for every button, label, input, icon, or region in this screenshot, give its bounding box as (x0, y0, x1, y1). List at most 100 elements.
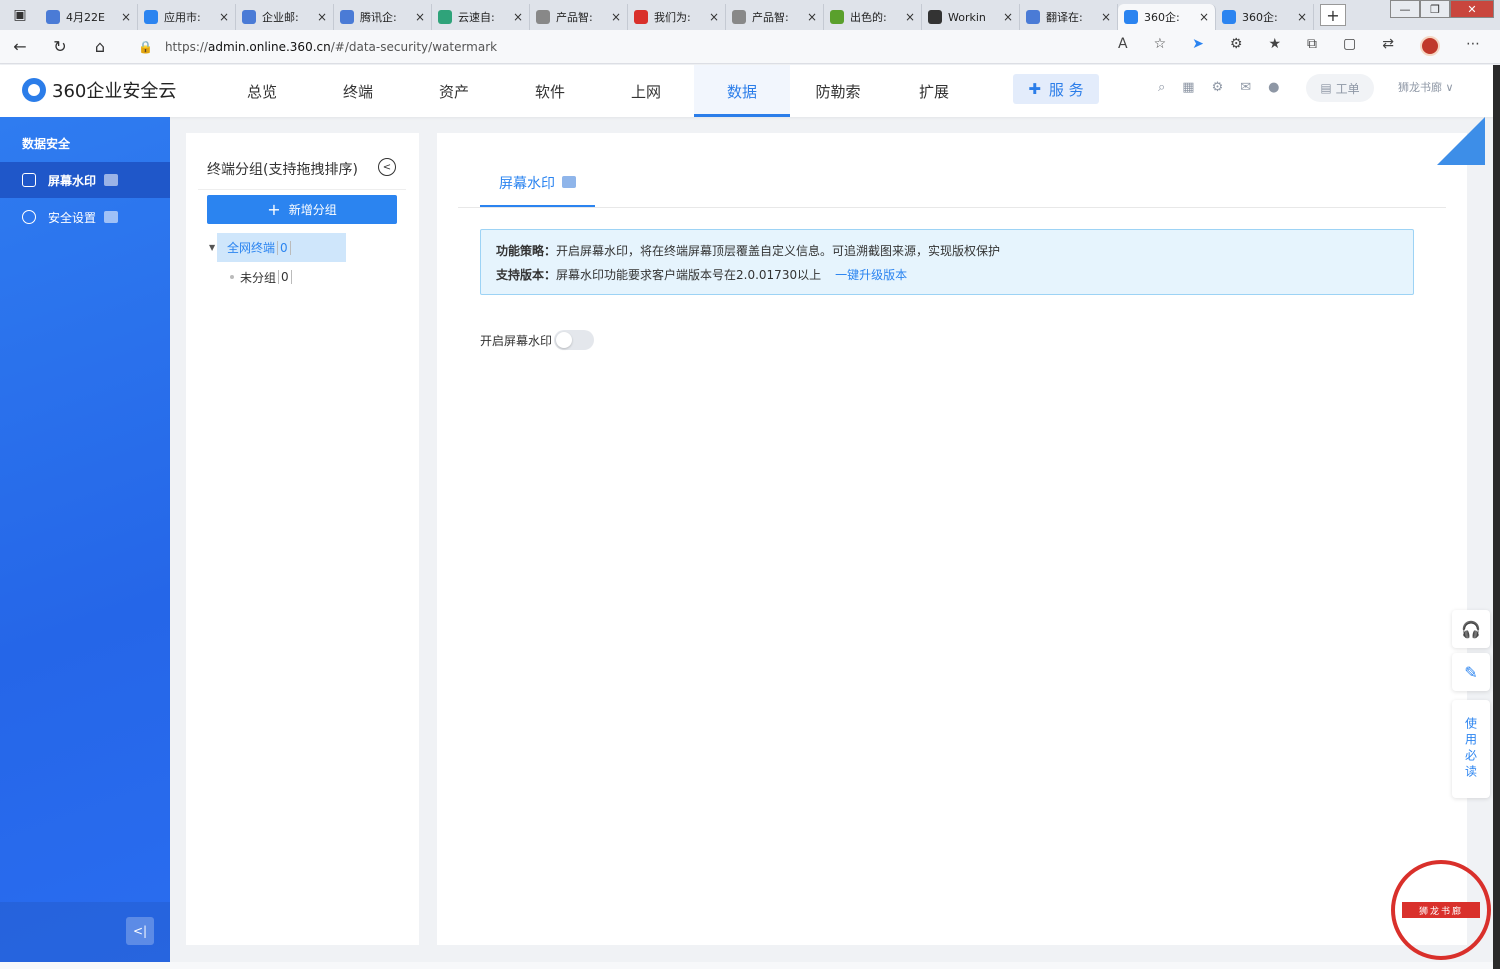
nav-item[interactable]: 终端 (310, 65, 406, 117)
url-field[interactable]: 🔒 https://admin.online.360.cn/#/data-sec… (128, 33, 1128, 61)
collapse-panel-icon[interactable]: < (378, 158, 396, 176)
search-icon[interactable]: ⌕ (1158, 80, 1165, 95)
tab-title: 产品智: (752, 11, 789, 24)
browser-tab[interactable]: 云速自: × (432, 4, 530, 30)
upgrade-link[interactable]: 一键升级版本 (835, 268, 907, 282)
tab-title: Workin (948, 10, 986, 24)
tab-favicon-icon (242, 10, 256, 24)
seal-stamp: 狮龙书廊 (1391, 860, 1491, 960)
close-tab-icon[interactable]: × (1003, 10, 1013, 24)
brand-logo[interactable]: 360企业安全云 (22, 77, 176, 103)
logo-icon (22, 78, 46, 102)
browser-tab[interactable]: 应用市: × (138, 4, 236, 30)
browser-tab[interactable]: 360企: × (1216, 4, 1314, 30)
browser-tab[interactable]: 4月22E × (40, 4, 138, 30)
watermark-toggle[interactable] (554, 330, 595, 350)
close-tab-icon[interactable]: × (121, 10, 131, 24)
sidebar-item-security-settings[interactable]: 安全设置 (0, 199, 170, 235)
tab-favicon-icon (1222, 10, 1236, 24)
refresh-icon[interactable]: ↻ (40, 37, 80, 56)
minimize-button[interactable]: — (1390, 0, 1420, 18)
extension-arrow-icon[interactable]: ➤ (1192, 36, 1204, 56)
tab-title: 出色的: (850, 11, 887, 24)
nav-item[interactable]: 软件 (502, 65, 598, 117)
nav-item[interactable]: 资产 (406, 65, 502, 117)
home-icon[interactable]: ⌂ (80, 37, 120, 56)
collapse-sidebar-button[interactable]: <| (126, 917, 154, 945)
profile-avatar[interactable] (1420, 36, 1440, 56)
bottom-edge (0, 962, 1493, 969)
more-icon[interactable]: ⋯ (1466, 36, 1480, 56)
caret-down-icon[interactable]: ▼ (209, 243, 215, 252)
sidebar-item-watermark[interactable]: 屏幕水印 (0, 162, 170, 198)
window-controls: — ❐ ✕ (1390, 0, 1494, 18)
close-tab-icon[interactable]: × (807, 10, 817, 24)
must-read-button[interactable]: 使用必读 (1452, 700, 1490, 798)
browser-tab[interactable]: Workin × (922, 4, 1020, 30)
service-label: 服 务 (1048, 80, 1084, 99)
browser-tab[interactable]: 企业邮: × (236, 4, 334, 30)
tab-screen-watermark[interactable]: 屏幕水印 (480, 161, 595, 207)
badge-icon (562, 176, 576, 188)
close-tab-icon[interactable]: × (709, 10, 719, 24)
browser-toolbar: A ☆ ➤ ⚙ ★ ⧉ ▢ ⇄ ⋯ (1118, 36, 1480, 56)
tree-node-ungrouped[interactable]: 未分组 0 (230, 267, 292, 287)
sidebar-title: 数据安全 (22, 137, 71, 151)
browser-tab[interactable]: 产品智: × (530, 4, 628, 30)
screenshot-icon[interactable]: ▢ (1343, 36, 1356, 56)
add-favorite-icon[interactable]: ☆ (1154, 36, 1167, 56)
back-icon[interactable]: ← (0, 37, 40, 56)
nav-item[interactable]: 总览 (214, 65, 310, 117)
toggle-label: 开启屏幕水印 (480, 333, 553, 348)
apps-grid-icon[interactable]: ▦ (1182, 80, 1194, 95)
service-button[interactable]: ✚ 服 务 (1013, 74, 1099, 104)
tab-title: 应用市: (164, 11, 201, 24)
close-tab-icon[interactable]: × (1101, 10, 1111, 24)
extensions-icon[interactable]: ⚙ (1230, 36, 1243, 56)
badge-icon (104, 211, 119, 223)
tab-favicon-icon (830, 10, 844, 24)
settings-icon[interactable]: ⚙ (1212, 80, 1224, 95)
add-group-label: 新增分组 (288, 203, 337, 217)
browser-tab[interactable]: 出色的: × (824, 4, 922, 30)
nav-item[interactable]: 扩展 (886, 65, 982, 117)
browser-tab[interactable]: 产品智: × (726, 4, 824, 30)
collections-icon[interactable]: ⧉ (1307, 36, 1317, 56)
tab-list: 4月22E × 应用市: × 企业邮: × 腾讯企: × 云速自: × 产品智: × 我们为: × 产品智:… (40, 0, 1314, 30)
close-tab-icon[interactable]: × (905, 10, 915, 24)
tree-node-all-terminals[interactable]: 全网终端 0 (217, 233, 346, 262)
puzzle-icon: ✚ (1028, 80, 1041, 98)
close-tab-icon[interactable]: × (317, 10, 327, 24)
feedback-edit-button[interactable]: ✎ (1452, 653, 1490, 691)
new-tab-button[interactable]: + (1320, 4, 1346, 26)
nav-item[interactable]: 上网 (598, 65, 694, 117)
browser-tab[interactable]: 360企: × (1118, 4, 1216, 30)
restore-button[interactable]: ❐ (1420, 0, 1450, 18)
close-tab-icon[interactable]: × (219, 10, 229, 24)
nav-item[interactable]: 防勒索 (790, 65, 886, 117)
browser-tab[interactable]: 翻译在: × (1020, 4, 1118, 30)
tab-favicon-icon (1026, 10, 1040, 24)
tab-actions-icon[interactable]: ▣ (0, 0, 40, 30)
browser-tab[interactable]: 腾讯企: × (334, 4, 432, 30)
nav-item[interactable]: 数据 (694, 65, 790, 117)
share-icon[interactable]: ⇄ (1382, 36, 1394, 56)
close-tab-icon[interactable]: × (611, 10, 621, 24)
tab-title: 我们为: (654, 11, 691, 24)
read-aloud-icon[interactable]: A (1118, 36, 1128, 56)
right-scrollbar[interactable] (1493, 65, 1500, 969)
add-group-button[interactable]: + 新增分组 (207, 195, 397, 224)
status-icon[interactable]: ● (1268, 80, 1279, 95)
close-tab-icon[interactable]: × (415, 10, 425, 24)
ticket-button[interactable]: ▤ 工单 (1306, 74, 1374, 102)
close-tab-icon[interactable]: × (513, 10, 523, 24)
favorites-icon[interactable]: ★ (1268, 36, 1281, 56)
support-headset-button[interactable]: 🎧 (1452, 610, 1490, 648)
mail-icon[interactable]: ✉ (1240, 80, 1251, 95)
browser-tab[interactable]: 我们为: × (628, 4, 726, 30)
user-menu[interactable]: 狮龙书廊 ∨ (1398, 79, 1454, 95)
close-tab-icon[interactable]: × (1297, 10, 1307, 24)
close-window-button[interactable]: ✕ (1450, 0, 1494, 18)
group-panel-title: 终端分组(支持拖拽排序) (207, 162, 358, 178)
close-tab-icon[interactable]: × (1199, 10, 1209, 24)
